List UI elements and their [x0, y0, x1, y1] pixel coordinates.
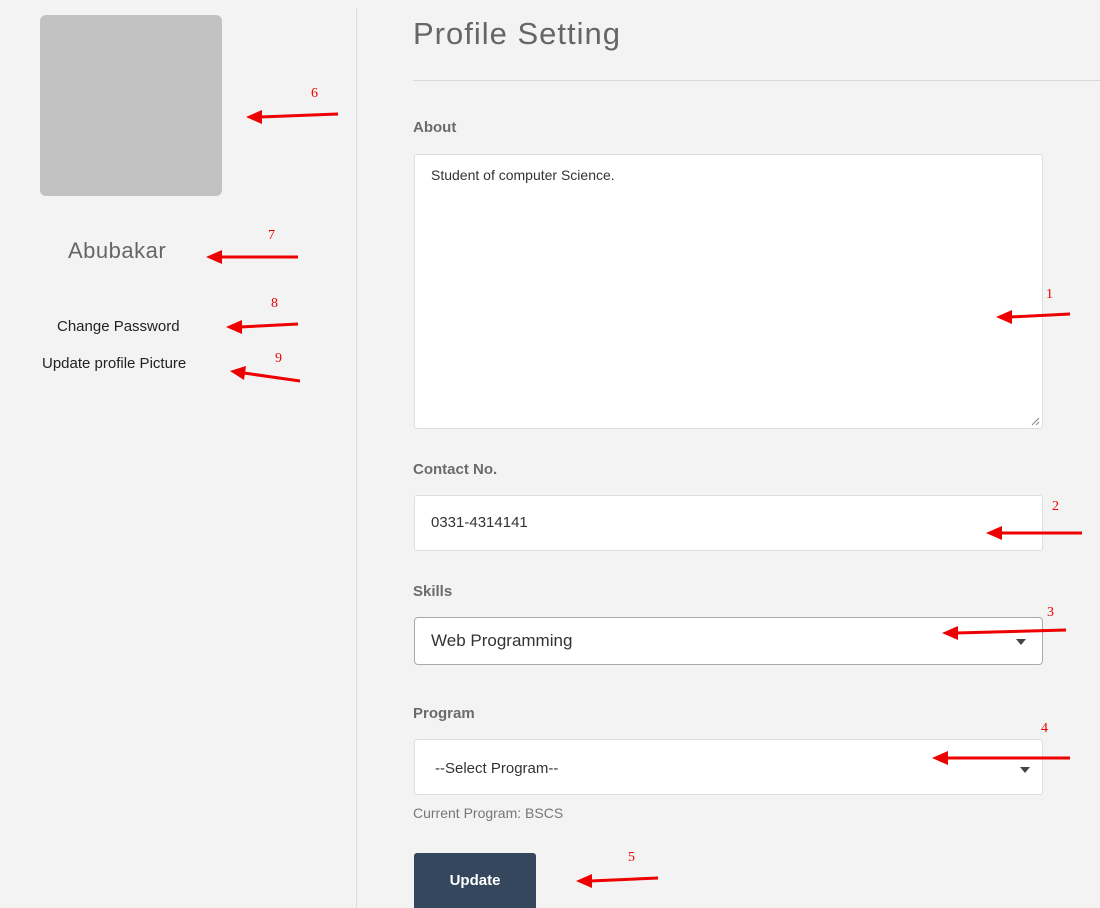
annotation-arrow-icon [942, 626, 1067, 640]
contact-input[interactable]: 0331-4314141 [414, 495, 1043, 551]
annotation-number: 2 [1052, 499, 1059, 514]
page-title: Profile Setting [413, 16, 621, 51]
annotation-number: 9 [275, 351, 282, 366]
program-label: Program [413, 705, 475, 722]
annotation-arrow-icon [246, 110, 339, 124]
annotation-arrow-icon [996, 310, 1071, 324]
about-textarea[interactable]: Student of computer Science. [414, 154, 1043, 429]
annotation-arrow-icon [576, 874, 659, 888]
annotation-arrow-icon [206, 250, 298, 264]
annotation-arrow-icon [226, 320, 299, 334]
skills-label: Skills [413, 583, 453, 600]
profile-sidebar: Abubakar Change Password Update profile … [0, 0, 356, 908]
chevron-down-icon [1020, 767, 1030, 773]
annotation-arrow-icon [986, 526, 1082, 540]
skills-selected-value: Web Programming [431, 631, 573, 650]
annotation-number: 4 [1041, 721, 1048, 736]
user-name: Abubakar [68, 238, 167, 263]
title-divider [413, 80, 1100, 81]
annotation-number: 1 [1046, 287, 1053, 302]
annotation-number: 7 [268, 228, 275, 243]
contact-label: Contact No. [413, 461, 498, 478]
annotation-arrow-icon [230, 366, 301, 383]
annotation-number: 8 [271, 296, 278, 311]
program-select[interactable]: --Select Program-- [414, 739, 1043, 795]
about-text: Student of computer Science. [431, 167, 615, 183]
profile-picture[interactable] [40, 15, 222, 196]
annotation-number: 3 [1047, 605, 1054, 620]
program-selected-value: --Select Program-- [435, 760, 559, 777]
annotation-number: 5 [628, 850, 635, 865]
update-profile-picture-link[interactable]: Update profile Picture [42, 355, 186, 372]
change-password-link[interactable]: Change Password [57, 318, 180, 335]
current-program-text: Current Program: BSCS [413, 805, 564, 821]
annotation-number: 6 [311, 86, 318, 101]
annotation-arrow-icon [932, 751, 1070, 765]
resize-grip-icon[interactable] [1030, 416, 1040, 426]
update-button[interactable]: Update [414, 853, 536, 908]
profile-form: Profile Setting About Student of compute… [357, 0, 1100, 908]
about-label: About [413, 119, 457, 136]
